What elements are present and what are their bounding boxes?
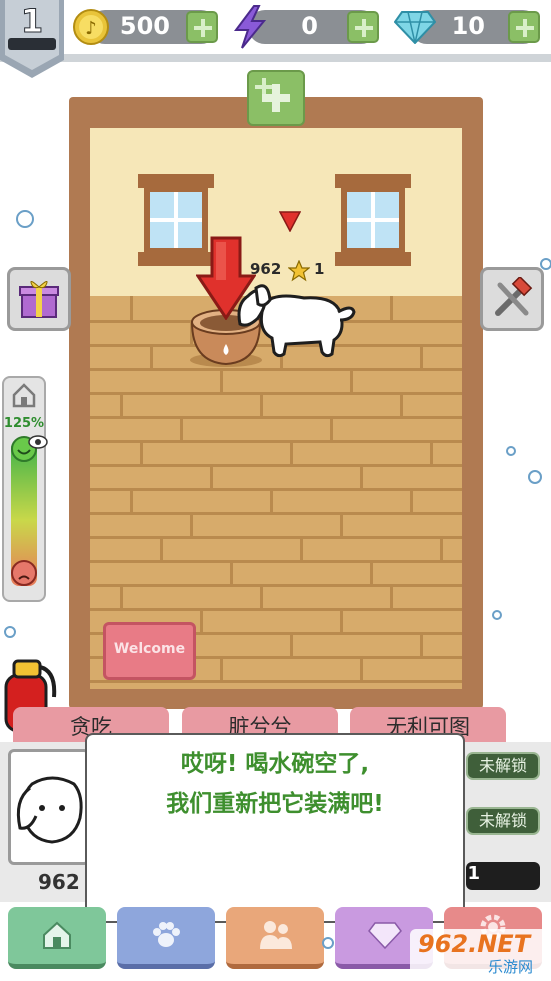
- coin-icon: ♪: [73, 9, 109, 45]
- bubble: [4, 626, 16, 638]
- home-icon: [12, 383, 36, 408]
- dialog-line-1: 哎呀! 喝水碗空了,: [180, 751, 370, 777]
- dog-portrait-icon: [16, 776, 83, 844]
- star-count-label: 1: [314, 260, 325, 278]
- home-icon: [43, 921, 71, 949]
- watermark-sub: 乐游网: [488, 958, 534, 976]
- bubble: [322, 937, 334, 949]
- hint-arrow-icon: [196, 236, 256, 320]
- bubble: [506, 446, 516, 456]
- bubble: [16, 210, 34, 228]
- svg-text:♪: ♪: [85, 18, 97, 39]
- bubble: [528, 470, 542, 484]
- sad-face-icon: [11, 560, 37, 586]
- watermark-brand: 962.NET: [418, 930, 531, 958]
- friends-icon: [260, 921, 292, 949]
- window-right: [335, 174, 411, 266]
- hammer-wrench-icon: [495, 277, 533, 316]
- diamond-icon: [394, 11, 436, 44]
- pet-count-label: 962: [250, 260, 282, 278]
- bubble: [540, 258, 551, 270]
- add-energy-button[interactable]: [347, 11, 379, 43]
- add-diamonds-button[interactable]: [508, 11, 540, 43]
- locked-slot-1[interactable]: 未解锁: [466, 752, 540, 780]
- pet-panel-count: 962: [38, 870, 80, 894]
- star-icon: [288, 260, 310, 282]
- level-number: 1: [20, 2, 44, 41]
- add-coins-button[interactable]: [186, 11, 218, 43]
- locked-slot-2[interactable]: 未解锁: [466, 807, 540, 835]
- bubble: [492, 610, 502, 620]
- energy-value: 0: [301, 12, 318, 40]
- mood-percent: 125%: [3, 416, 45, 431]
- plus-icon: [247, 70, 305, 126]
- target-marker-icon: [279, 211, 301, 232]
- welcome-mat-label: Welcome: [113, 641, 186, 657]
- lightning-icon: [234, 5, 267, 49]
- gift-icon: [19, 281, 59, 318]
- eye-icon: [28, 435, 48, 449]
- diamond-value: 10: [451, 12, 485, 40]
- paw-icon: [153, 922, 180, 947]
- dialog-line-2: 我们重新把它装满吧!: [166, 791, 384, 817]
- slot-value: 1: [467, 863, 480, 884]
- coin-value: 500: [119, 12, 170, 40]
- gem-icon: [368, 922, 402, 949]
